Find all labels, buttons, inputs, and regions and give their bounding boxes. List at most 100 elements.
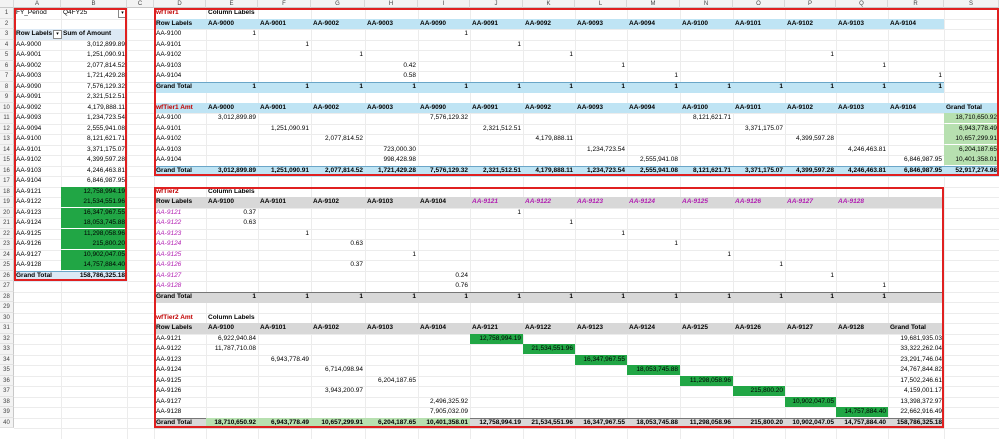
column-header[interactable]: AA-9090 xyxy=(418,103,470,113)
grand-total-label[interactable]: Grand Total xyxy=(154,82,206,92)
spreadsheet[interactable]: A B C D E F G H I J K L M N O P Q R S 1 2 3 4 5 6 7 8 9 10 11 12 13 14 15… xyxy=(0,0,999,439)
grand-total-value[interactable]: 1 xyxy=(836,82,888,92)
value-cell[interactable]: 4,399,597.28 xyxy=(785,134,836,144)
column-labels-header[interactable]: Column Labels xyxy=(206,187,258,197)
column-header[interactable]: AA-9101 xyxy=(733,103,785,113)
value-cell[interactable]: 23,291,746.04 xyxy=(888,355,944,365)
grand-total-value[interactable]: 1 xyxy=(836,292,888,302)
value-cell[interactable]: 1 xyxy=(523,218,575,228)
column-header[interactable]: Grand Total xyxy=(944,103,999,113)
value-cell[interactable]: 0.42 xyxy=(365,61,418,71)
grand-total-value[interactable]: 4,246,463.81 xyxy=(836,166,888,176)
grand-total-value[interactable]: 1 xyxy=(523,82,575,92)
value-cell[interactable]: 1 xyxy=(888,71,944,81)
grand-total-value[interactable]: 1 xyxy=(470,82,523,92)
grand-total-value[interactable]: 1 xyxy=(258,82,311,92)
value-cell[interactable]: 1 xyxy=(470,208,523,218)
grand-total-value[interactable]: 1 xyxy=(785,292,836,302)
row-label[interactable]: AA-9103 xyxy=(154,145,206,155)
grand-total-value[interactable]: 10,401,358.01 xyxy=(418,417,470,428)
value-cell[interactable]: 0.76 xyxy=(418,281,470,291)
sum-of-amount-header[interactable]: Sum of Amount xyxy=(61,29,127,39)
column-header[interactable]: AA-9104 xyxy=(418,197,470,207)
value-cell[interactable]: 6,846,987.95 xyxy=(888,155,944,165)
row-label[interactable]: AA-9103 xyxy=(14,166,61,176)
value-cell[interactable]: 16,347,967.55 xyxy=(575,354,627,365)
select-all-corner[interactable] xyxy=(0,0,14,8)
row-label[interactable]: AA-9102 xyxy=(154,134,206,144)
row-label[interactable]: AA-9125 xyxy=(154,376,206,386)
filter-label[interactable]: FY_Period xyxy=(14,8,61,18)
value-cell[interactable]: 6,943,778.49 xyxy=(258,355,311,365)
value-cell[interactable]: 19,681,935.03 xyxy=(888,334,944,344)
column-header[interactable]: AA-9101 xyxy=(258,323,311,333)
grand-total-value[interactable]: 1 xyxy=(365,292,418,302)
value-cell[interactable]: 0.58 xyxy=(365,71,418,81)
value-cell[interactable]: 1 xyxy=(575,229,627,239)
value-cell[interactable]: 1 xyxy=(836,61,888,71)
value-cell[interactable]: 1 xyxy=(258,229,311,239)
column-header[interactable]: AA-9122 xyxy=(523,197,575,207)
grand-total-value[interactable]: 3,371,175.07 xyxy=(733,166,785,176)
amount-value[interactable]: 1,251,090.91 xyxy=(61,50,127,60)
column-header-s[interactable]: S xyxy=(944,0,999,8)
amount-value[interactable]: 18,053,745.88 xyxy=(61,218,127,228)
grand-total-value[interactable]: 11,298,058.96 xyxy=(680,418,733,428)
grand-total-label[interactable]: Grand Total xyxy=(154,166,206,176)
row-header[interactable]: 35 xyxy=(0,365,14,376)
column-header[interactable]: AA-9001 xyxy=(258,19,311,29)
row-label[interactable]: AA-9123 xyxy=(154,229,206,239)
row-label[interactable]: AA-9104 xyxy=(154,71,206,81)
row-header[interactable]: 32 xyxy=(0,333,14,344)
column-header-b[interactable]: B xyxy=(61,0,127,8)
grand-total-value[interactable]: 1 xyxy=(206,82,258,92)
value-cell[interactable]: 1 xyxy=(680,250,733,260)
row-label[interactable]: AA-9122 xyxy=(14,197,61,207)
value-cell[interactable]: 18,053,745.88 xyxy=(627,365,680,375)
value-cell[interactable]: 3,371,175.07 xyxy=(733,124,785,134)
row-header[interactable]: 7 xyxy=(0,71,14,82)
amount-value[interactable]: 1,234,723.54 xyxy=(61,113,127,123)
grand-total-value[interactable]: 10,902,047.05 xyxy=(785,418,836,428)
row-header[interactable]: 40 xyxy=(0,417,14,428)
column-header[interactable]: AA-9126 xyxy=(733,323,785,333)
row-header[interactable]: 37 xyxy=(0,386,14,397)
column-header-k[interactable]: K xyxy=(523,0,575,8)
amount-value[interactable]: 10,902,047.05 xyxy=(61,249,127,260)
row-header[interactable]: 26 xyxy=(0,270,14,281)
row-label[interactable]: AA-9122 xyxy=(154,344,206,354)
column-header-j[interactable]: J xyxy=(470,0,523,8)
amount-value[interactable]: 8,121,621.71 xyxy=(61,134,127,144)
value-cell[interactable]: 10,401,358.01 xyxy=(944,155,999,165)
grand-total-value[interactable]: 1 xyxy=(785,82,836,92)
grand-total-value[interactable]: 6,846,987.95 xyxy=(888,166,944,176)
row-header[interactable]: 24 xyxy=(0,249,14,260)
column-header-o[interactable]: O xyxy=(733,0,785,8)
amount-value[interactable]: 12,758,994.19 xyxy=(61,186,127,197)
column-header[interactable]: AA-9100 xyxy=(206,197,258,207)
column-header[interactable]: AA-9000 xyxy=(206,103,258,113)
row-label[interactable]: AA-9104 xyxy=(14,176,61,186)
grand-total-value[interactable]: 1,234,723.54 xyxy=(575,166,627,176)
column-header[interactable]: AA-9123 xyxy=(575,197,627,207)
row-header[interactable]: 21 xyxy=(0,218,14,229)
column-header[interactable]: AA-9094 xyxy=(627,103,680,113)
grand-total-value[interactable]: 1 xyxy=(311,82,365,92)
value-cell[interactable]: 2,555,941.08 xyxy=(627,155,680,165)
amount-value[interactable]: 11,298,058.96 xyxy=(61,228,127,239)
column-header-m[interactable]: M xyxy=(627,0,680,8)
value-cell[interactable]: 1 xyxy=(836,281,888,291)
row-label[interactable]: AA-9100 xyxy=(154,113,206,123)
column-header[interactable]: AA-9000 xyxy=(206,19,258,29)
column-header[interactable]: AA-9125 xyxy=(680,197,733,207)
column-header[interactable]: AA-9126 xyxy=(733,197,785,207)
column-header[interactable]: AA-9124 xyxy=(627,197,680,207)
column-header[interactable]: AA-9103 xyxy=(836,103,888,113)
column-header[interactable]: AA-9100 xyxy=(680,19,733,29)
grand-total-value[interactable]: 1 xyxy=(627,292,680,302)
row-label[interactable]: AA-9101 xyxy=(154,40,206,50)
grand-total-label[interactable]: Grand Total xyxy=(154,292,206,302)
row-labels-header[interactable]: Row Labels xyxy=(154,19,206,29)
grand-total-value[interactable]: 1 xyxy=(733,82,785,92)
amount-value[interactable]: 7,576,129.32 xyxy=(61,82,127,92)
